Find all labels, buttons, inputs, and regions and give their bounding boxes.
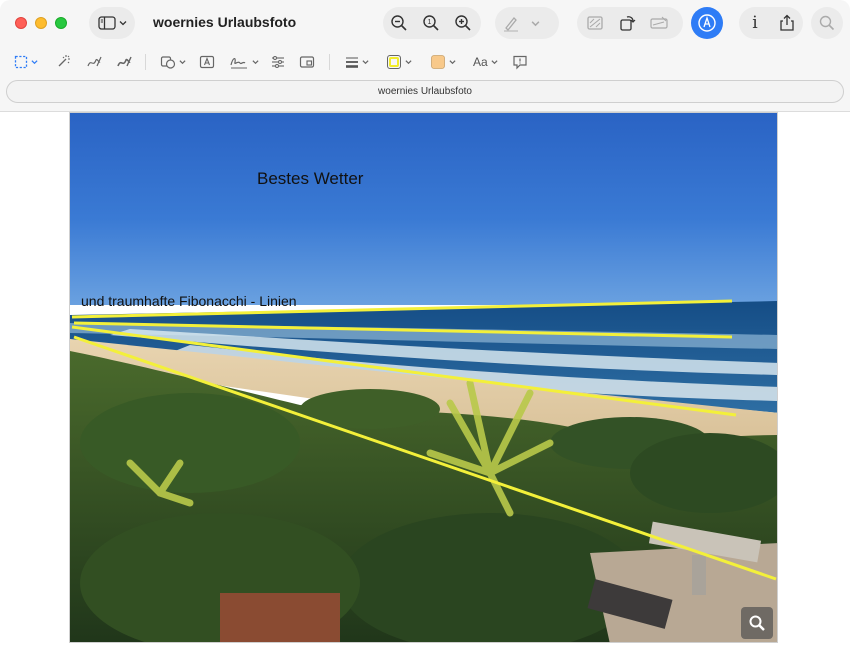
document-area: Bestes Wetter und traumhafte Fibonacchi … [0,112,850,645]
actual-size-button[interactable]: 1 [415,7,447,39]
border-color-button[interactable] [386,52,412,72]
selection-tool-button[interactable] [14,52,38,72]
info-button[interactable]: i [739,7,771,39]
zoom-out-icon [391,15,407,31]
close-window-button[interactable] [15,17,27,29]
search-button[interactable] [811,7,843,39]
zoom-window-button[interactable] [55,17,67,29]
toolbar-divider [329,54,330,70]
text-icon [199,55,215,69]
sidebar-toggle-button[interactable] [89,7,135,39]
beach-photo [70,113,777,642]
border-color-icon [387,55,401,69]
rotate-icon [620,16,636,31]
adjust-color-button[interactable] [270,52,286,72]
text-style-button[interactable]: Aa [473,52,498,72]
chevron-down-icon [405,60,412,65]
chevron-down-icon [31,60,38,65]
chevron-down-icon [119,19,127,27]
preview-window: woernies Urlaubsfoto 1 i Aa woernies Url… [0,0,850,645]
line-style-icon [346,57,358,68]
signature-button[interactable] [643,7,675,39]
markup-toggle-button[interactable] [691,7,723,39]
shapes-icon [160,56,176,69]
selection-icon [14,55,28,69]
draw-icon [117,56,132,67]
filename-field[interactable]: woernies Urlaubsfoto [6,80,844,103]
annotation-text-weather[interactable]: Bestes Wetter [257,169,363,189]
edit-controls [577,7,683,39]
chevron-down-icon[interactable] [531,19,540,28]
sketch-button[interactable] [86,52,102,72]
chevron-down-icon [449,60,456,65]
chevron-down-icon [252,60,259,65]
filename-bar: woernies Urlaubsfoto [0,78,850,112]
fill-color-button[interactable] [430,52,456,72]
share-icon [780,14,794,31]
crop-icon [587,16,603,30]
rotate-button[interactable] [611,7,643,39]
toolbar-divider [145,54,146,70]
highlight-controls [495,7,559,39]
crop-button[interactable] [579,7,611,39]
instant-alpha-icon [58,55,70,67]
sidebar-icon [98,16,116,30]
zoom-in-icon [455,15,471,31]
instant-alpha-button[interactable] [55,52,71,72]
magnifier-button[interactable] [741,607,773,639]
photo: Bestes Wetter und traumhafte Fibonacchi … [69,112,778,643]
chevron-down-icon [362,60,369,65]
sketch-icon [87,56,102,67]
markup-icon [698,14,716,32]
info-share-controls: i [739,7,803,39]
svg-text:1: 1 [428,19,432,26]
signature-icon [650,16,668,29]
sign-icon [230,58,247,69]
zoom-out-button[interactable] [383,7,415,39]
annotation-text-lines[interactable]: und traumhafte Fibonacchi - Linien [81,293,297,309]
draw-button[interactable] [116,52,132,72]
highlight-button[interactable] [495,7,527,39]
notes-button[interactable] [512,52,528,72]
chevron-down-icon [179,60,186,65]
zoom-in-button[interactable] [447,7,479,39]
adjust-size-button[interactable] [299,52,315,72]
minimize-window-button[interactable] [35,17,47,29]
chevron-down-icon [491,60,498,65]
fill-color-icon [431,55,445,69]
text-style-icon: Aa [473,55,488,69]
adjust-color-icon [272,56,284,68]
info-icon: i [752,13,758,33]
adjust-size-icon [299,56,315,68]
actual-size-icon: 1 [423,15,439,31]
sign-button[interactable] [229,52,259,72]
shapes-button[interactable] [160,52,186,72]
magnifier-icon [749,615,765,631]
line-style-button[interactable] [345,52,369,72]
notes-icon [513,55,527,70]
window-title: woernies Urlaubsfoto [153,14,297,30]
zoom-controls: 1 [383,7,481,39]
markup-toolbar: Aa [0,46,850,78]
text-box-button[interactable] [199,52,215,72]
share-button[interactable] [771,7,803,39]
highlighter-icon [504,17,518,32]
title-bar: woernies Urlaubsfoto 1 i [0,0,850,46]
search-icon [819,15,835,31]
